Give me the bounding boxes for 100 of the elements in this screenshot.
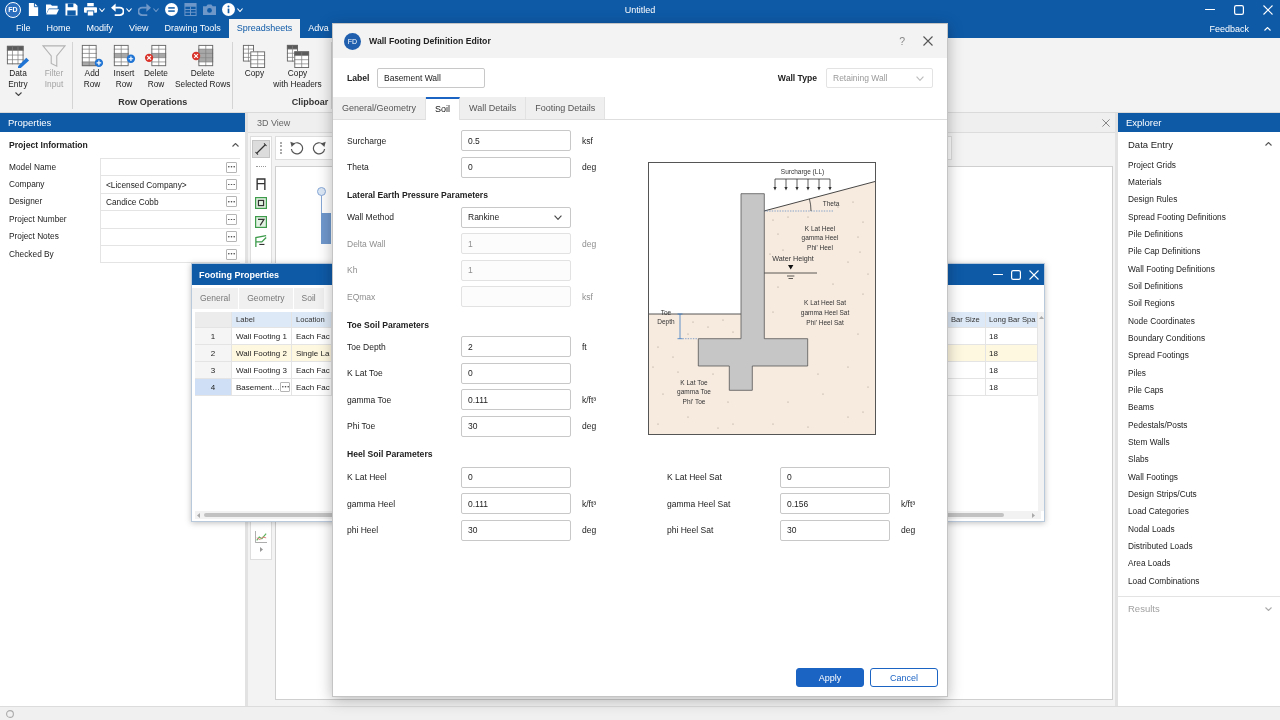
printer-icon[interactable] xyxy=(84,3,97,16)
info-icon[interactable] xyxy=(222,3,235,16)
explorer-item[interactable]: Boundary Conditions xyxy=(1118,329,1280,347)
explorer-item[interactable]: Slabs xyxy=(1118,450,1280,468)
tab[interactable]: General xyxy=(192,288,240,309)
menu-tab[interactable]: File xyxy=(8,19,39,38)
minimize-icon[interactable] xyxy=(993,273,1003,276)
dialog-button[interactable]: Apply xyxy=(796,668,864,687)
explorer-item[interactable]: Design Strips/Cuts xyxy=(1118,485,1280,503)
ribbon-button[interactable]: Insert Row xyxy=(110,44,138,89)
ellipsis-button[interactable] xyxy=(226,231,237,243)
triangle-icon[interactable] xyxy=(259,547,263,552)
ellipsis-button[interactable] xyxy=(226,196,237,208)
dropdown[interactable]: Rankine xyxy=(461,206,571,228)
explorer-item[interactable]: Nodal Loads xyxy=(1118,519,1280,538)
explorer-item[interactable]: Soil Definitions xyxy=(1118,277,1280,295)
panel-tab[interactable]: 3D View xyxy=(257,117,291,128)
menu-tab[interactable]: Home xyxy=(38,19,79,38)
input-field[interactable]: 0 xyxy=(461,362,571,384)
minimize-icon[interactable] xyxy=(1205,8,1215,11)
menu-tab[interactable]: Adva xyxy=(300,19,329,38)
explorer-item[interactable]: Stem Walls xyxy=(1118,433,1280,451)
input-field[interactable]: 0.156 xyxy=(780,493,890,514)
explorer-item[interactable]: Piles xyxy=(1118,363,1280,382)
explorer-item[interactable]: Wall Footing Definitions xyxy=(1118,259,1280,278)
property-field[interactable] xyxy=(100,158,240,177)
ellipsis-button[interactable] xyxy=(226,161,237,173)
rotate-left-icon[interactable] xyxy=(290,141,304,155)
ribbon-button[interactable]: Data Entry xyxy=(4,44,32,96)
scroll-up-icon[interactable] xyxy=(1038,316,1044,319)
explorer-item[interactable]: Spread Footings xyxy=(1118,346,1280,364)
undo-icon[interactable] xyxy=(111,3,124,16)
input-field[interactable]: 0.111 xyxy=(461,389,571,410)
maximize-icon[interactable] xyxy=(1234,4,1244,15)
explorer-item[interactable]: Node Coordinates xyxy=(1118,311,1280,330)
tool-button[interactable] xyxy=(252,194,270,212)
explorer-item[interactable]: Pile Definitions xyxy=(1118,225,1280,243)
folder-icon[interactable] xyxy=(46,3,59,16)
ribbon-button[interactable]: Delete Row xyxy=(142,44,170,89)
ribbon-button[interactable]: Add Row xyxy=(78,44,106,89)
explorer-item[interactable]: Pile Cap Definitions xyxy=(1118,242,1280,260)
tool-button[interactable] xyxy=(252,140,270,158)
dialog-button[interactable]: Cancel xyxy=(870,668,938,687)
label-field[interactable]: Basement Wall xyxy=(377,68,485,88)
save-icon[interactable] xyxy=(65,3,78,16)
ellipsis-button[interactable] xyxy=(226,248,237,260)
menu-tab[interactable]: View xyxy=(121,19,157,38)
explorer-item[interactable]: Area Loads xyxy=(1118,554,1280,572)
property-field[interactable]: <Licensed Company> xyxy=(100,175,240,194)
explorer-item[interactable]: Project Grids xyxy=(1118,156,1280,174)
input-field[interactable]: 30 xyxy=(461,519,571,541)
close-icon[interactable] xyxy=(923,36,933,46)
explorer-item[interactable]: Pile Caps xyxy=(1118,381,1280,399)
input-field[interactable]: 30 xyxy=(461,415,571,437)
tool-button[interactable] xyxy=(252,213,270,231)
scroll-left-icon[interactable] xyxy=(197,512,200,518)
explorer-item[interactable]: Beams xyxy=(1118,398,1280,416)
tab[interactable]: Geometry xyxy=(239,288,294,309)
scroll-right-icon[interactable] xyxy=(1032,512,1035,518)
ribbon-button[interactable]: Copy xyxy=(240,44,269,79)
ellipsis-button[interactable] xyxy=(226,179,237,191)
input-field[interactable]: 2 xyxy=(461,336,571,357)
menu-tab[interactable]: Modify xyxy=(78,19,122,38)
explorer-item[interactable]: Pedestals/Posts xyxy=(1118,415,1280,434)
row-number[interactable]: 3 xyxy=(195,362,232,379)
feedback-link[interactable]: Feedback xyxy=(1209,23,1249,34)
input-field[interactable]: 0 xyxy=(461,156,571,178)
explorer-item[interactable]: Design Rules xyxy=(1118,190,1280,208)
row-number[interactable]: 4 xyxy=(195,379,232,396)
tab[interactable]: Footing Details xyxy=(526,97,606,119)
ribbon-button[interactable]: Delete Selected Rows xyxy=(174,44,232,89)
input-field[interactable]: 0 xyxy=(461,466,571,488)
tab[interactable]: Soil xyxy=(293,288,325,309)
equals-circle-icon[interactable] xyxy=(165,3,178,16)
property-field[interactable] xyxy=(100,210,240,229)
explorer-item[interactable]: Wall Footings xyxy=(1118,467,1280,486)
explorer-item[interactable]: Materials xyxy=(1118,173,1280,191)
menu-tab[interactable]: Spreadsheets xyxy=(228,19,301,38)
explorer-item[interactable]: Load Combinations xyxy=(1118,571,1280,590)
tab[interactable]: General/Geometry xyxy=(333,97,427,119)
tab[interactable]: Soil xyxy=(426,97,461,120)
ellipsis-button[interactable] xyxy=(226,213,237,225)
input-field[interactable]: 0 xyxy=(780,466,890,488)
rotate-right-icon[interactable] xyxy=(312,141,326,155)
row-number[interactable]: 1 xyxy=(195,328,232,345)
ellipsis-button[interactable] xyxy=(280,382,291,392)
explorer-item[interactable]: Soil Regions xyxy=(1118,294,1280,312)
vertical-scrollbar[interactable] xyxy=(1038,312,1044,511)
input-field[interactable]: 0.5 xyxy=(461,130,571,151)
cell-editor[interactable]: Basement… xyxy=(232,379,292,396)
maximize-icon[interactable] xyxy=(1011,269,1021,280)
menu-tab[interactable]: Drawing Tools xyxy=(156,19,229,38)
tab[interactable]: Wall Details xyxy=(460,97,527,119)
input-field[interactable]: 0.111 xyxy=(461,493,571,514)
explorer-item[interactable]: Load Categories xyxy=(1118,502,1280,520)
close-icon[interactable] xyxy=(1102,118,1110,127)
row-number[interactable]: 2 xyxy=(195,345,232,362)
input-field[interactable]: 30 xyxy=(780,519,890,541)
section-header[interactable]: Data Entry xyxy=(1118,132,1280,156)
explorer-item[interactable]: Spread Footing Definitions xyxy=(1118,208,1280,226)
